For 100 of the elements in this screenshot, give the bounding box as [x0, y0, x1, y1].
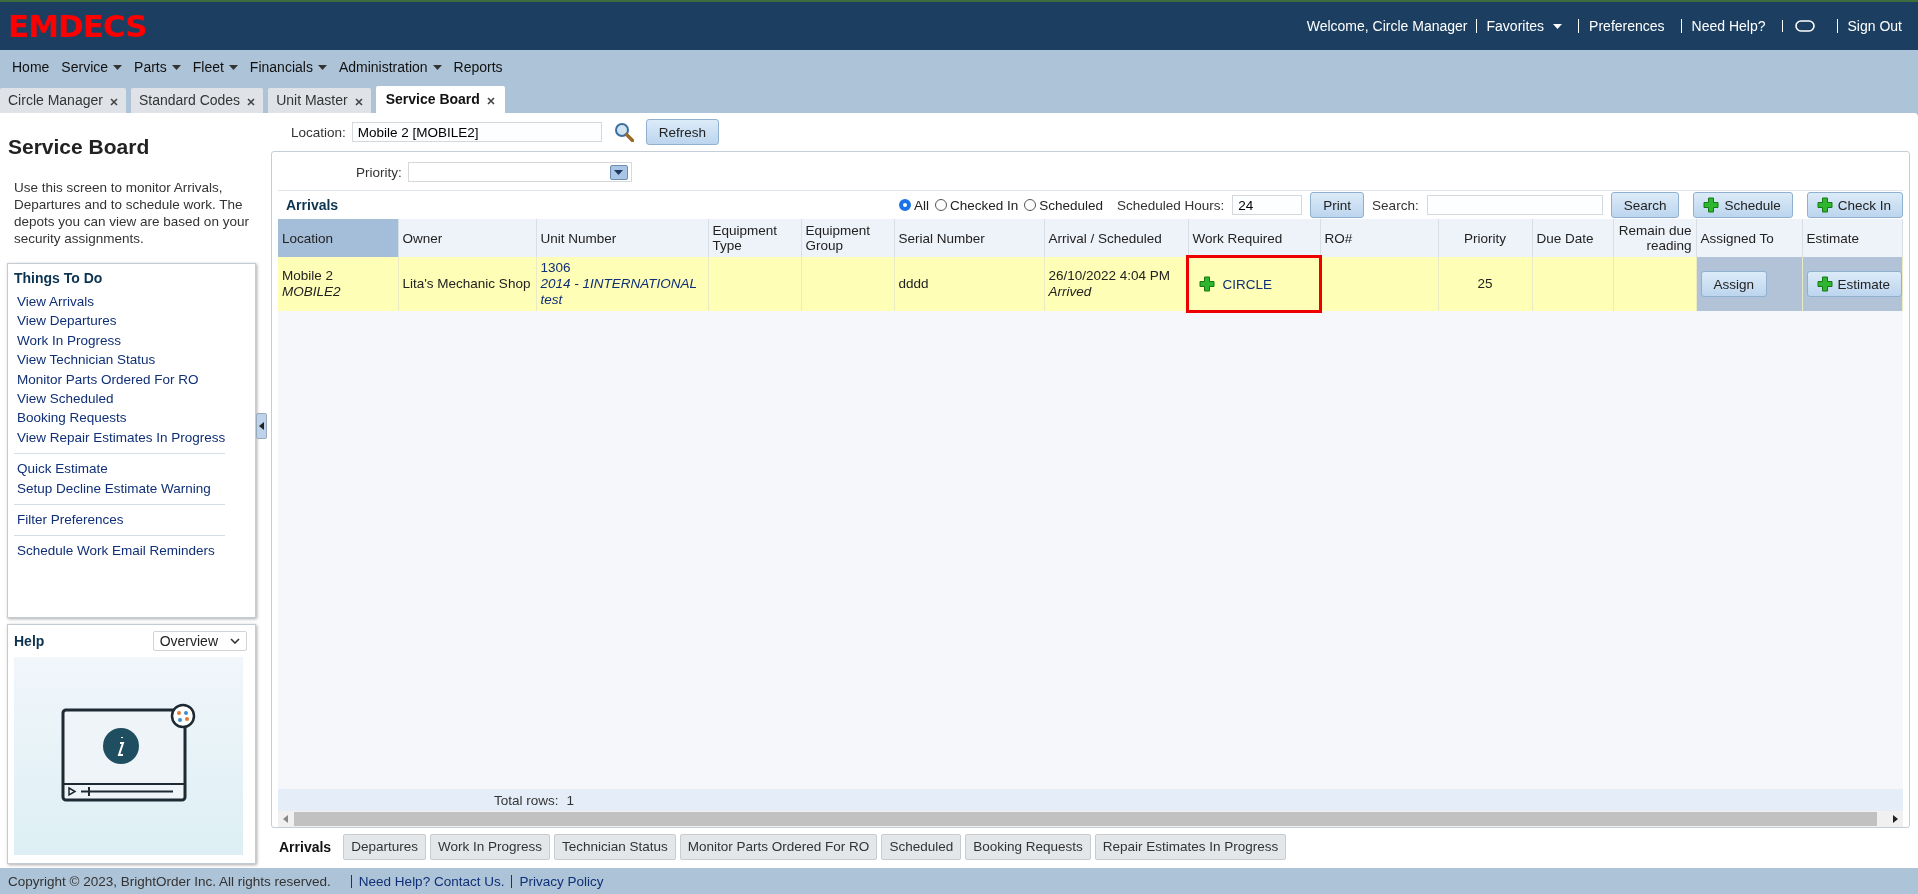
- tab[interactable]: Circle Manager: [0, 88, 126, 113]
- close-icon: [247, 98, 256, 106]
- menu-item[interactable]: Service: [61, 59, 123, 75]
- radio-option[interactable]: Scheduled: [1024, 197, 1103, 213]
- welcome-text: Welcome, Circle Manager: [1306, 18, 1468, 34]
- sidebar-link[interactable]: View Scheduled: [17, 389, 223, 409]
- header-link[interactable]: Sign Out: [1836, 19, 1910, 33]
- tab[interactable]: Monitor Parts Ordered For RO: [679, 834, 878, 860]
- hours-field[interactable]: 24: [1232, 195, 1303, 215]
- panel-title: Things To Do: [14, 270, 104, 286]
- check-in-button[interactable]: Check In: [1806, 192, 1903, 218]
- menu-item[interactable]: Reports: [453, 59, 503, 75]
- video-thumbnail[interactable]: [14, 657, 243, 855]
- menu-item[interactable]: Financials: [249, 59, 327, 75]
- menu-item[interactable]: Home: [12, 59, 50, 75]
- column-header[interactable]: Serial Number: [894, 219, 1044, 257]
- column-header[interactable]: Work Required: [1188, 219, 1320, 257]
- close-icon: [109, 98, 118, 106]
- table-cell: Mobile 2 MOBILE2: [278, 257, 398, 311]
- tab[interactable]: Work In Progress: [429, 834, 550, 860]
- search-button[interactable]: Search: [1610, 192, 1680, 218]
- tab[interactable]: Booking Requests: [965, 834, 1091, 860]
- total-value: 1: [566, 792, 575, 808]
- topic-select[interactable]: Overview: [152, 631, 247, 651]
- arrow-left-icon: [283, 815, 288, 823]
- table-cell: dddd: [894, 257, 1044, 311]
- footer-link[interactable]: Privacy Policy: [511, 874, 611, 888]
- priority-select[interactable]: [407, 162, 632, 182]
- column-header[interactable]: Equipment Group: [801, 219, 894, 257]
- sidebar-link[interactable]: Monitor Parts Ordered For RO: [17, 369, 223, 390]
- sidebar-link[interactable]: View Arrivals: [17, 292, 223, 312]
- caret-icon: [317, 64, 327, 70]
- collapse-handle[interactable]: [256, 412, 267, 439]
- favorites-menu[interactable]: Favorites: [1475, 19, 1571, 33]
- column-header[interactable]: Arrival / Scheduled: [1044, 219, 1188, 257]
- estimate-button[interactable]: Estimate: [1806, 271, 1903, 297]
- total-label: Total rows:: [494, 792, 559, 808]
- table-cell[interactable]: 1306 2014 - 1INTERNATIONAL test: [536, 257, 708, 311]
- field-label: Search:: [1372, 197, 1419, 213]
- field-label: Scheduled Hours:: [1117, 197, 1225, 213]
- pill-icon: [1794, 20, 1815, 32]
- sidebar-link[interactable]: Booking Requests: [17, 408, 223, 428]
- menu-item[interactable]: Parts: [134, 59, 181, 75]
- field-label: Priority:: [356, 164, 402, 180]
- work-link[interactable]: CIRCLE: [1222, 276, 1272, 292]
- plus-icon: [1816, 197, 1833, 213]
- radio-option[interactable]: All: [898, 197, 929, 213]
- menu-item[interactable]: Fleet: [192, 59, 238, 75]
- column-header[interactable]: Location: [278, 219, 398, 257]
- assign-button[interactable]: Assign: [1700, 271, 1768, 297]
- column-header[interactable]: Due Date: [1532, 219, 1613, 257]
- table-cell: 26/10/2022 4:04 PM Arrived: [1044, 257, 1188, 311]
- header-link[interactable]: Need Help?: [1680, 19, 1774, 33]
- tab[interactable]: Technician Status: [554, 834, 676, 860]
- panel-title: Help: [14, 633, 45, 649]
- sidebar-link[interactable]: Schedule Work Email Reminders: [17, 541, 223, 561]
- sidebar-link[interactable]: Work In Progress: [17, 330, 223, 351]
- caret-icon: [113, 64, 123, 70]
- caret-icon: [614, 169, 624, 175]
- column-header[interactable]: Equipment Type: [708, 219, 801, 257]
- search-field[interactable]: [1426, 195, 1603, 215]
- sidebar-link[interactable]: View Repair Estimates In Progress: [17, 427, 223, 448]
- column-header[interactable]: RO#: [1320, 219, 1438, 257]
- tab[interactable]: Scheduled: [881, 834, 962, 860]
- tab[interactable]: Departures: [343, 834, 426, 860]
- sidebar-link[interactable]: Setup Decline Estimate Warning: [17, 478, 223, 499]
- table-cell: Lita's Mechanic Shop: [398, 257, 536, 311]
- footer-link[interactable]: Need Help? Contact Us.: [350, 874, 512, 888]
- sidebar-link[interactable]: Filter Preferences: [17, 510, 223, 530]
- tab[interactable]: Service Board: [375, 86, 505, 113]
- schedule-button[interactable]: Schedule: [1693, 192, 1793, 218]
- search-icon: [613, 122, 634, 142]
- plus-icon: [1703, 197, 1720, 213]
- print-button[interactable]: Print: [1310, 192, 1365, 218]
- sidebar-link[interactable]: View Departures: [17, 311, 223, 331]
- column-header[interactable]: Assigned To: [1696, 219, 1802, 257]
- sidebar-link[interactable]: View Technician Status: [17, 350, 223, 370]
- column-header[interactable]: Owner: [398, 219, 536, 257]
- page-title: Service Board: [8, 135, 151, 159]
- refresh-button[interactable]: Refresh: [645, 119, 720, 145]
- tab[interactable]: Unit Master: [268, 88, 371, 113]
- tab[interactable]: Standard Codes: [130, 88, 264, 113]
- location-field[interactable]: Mobile 2 [MOBILE2]: [351, 122, 602, 142]
- header-link[interactable]: Preferences: [1578, 19, 1673, 33]
- column-header[interactable]: Estimate: [1802, 219, 1902, 257]
- plus-icon: [1816, 276, 1833, 292]
- close-icon: [486, 97, 495, 105]
- tab[interactable]: Repair Estimates In Progress: [1094, 834, 1287, 860]
- menu-item[interactable]: Administration: [338, 59, 442, 75]
- description-text: Use this screen to monitor Arrivals, Departures and to schedule work. The depots you can view are based on your security assignments.: [14, 179, 250, 247]
- table-cell: 25: [1438, 257, 1532, 311]
- caret-icon: [228, 64, 238, 70]
- column-header[interactable]: Remain due reading: [1613, 219, 1696, 257]
- close-icon: [354, 98, 363, 106]
- logo: EMDECS: [8, 10, 147, 42]
- radio-option[interactable]: Checked In: [934, 197, 1019, 213]
- sidebar-link[interactable]: Quick Estimate: [17, 459, 223, 479]
- column-header[interactable]: Unit Number: [536, 219, 708, 257]
- plus-icon: [1198, 276, 1215, 292]
- column-header[interactable]: Priority: [1438, 219, 1532, 257]
